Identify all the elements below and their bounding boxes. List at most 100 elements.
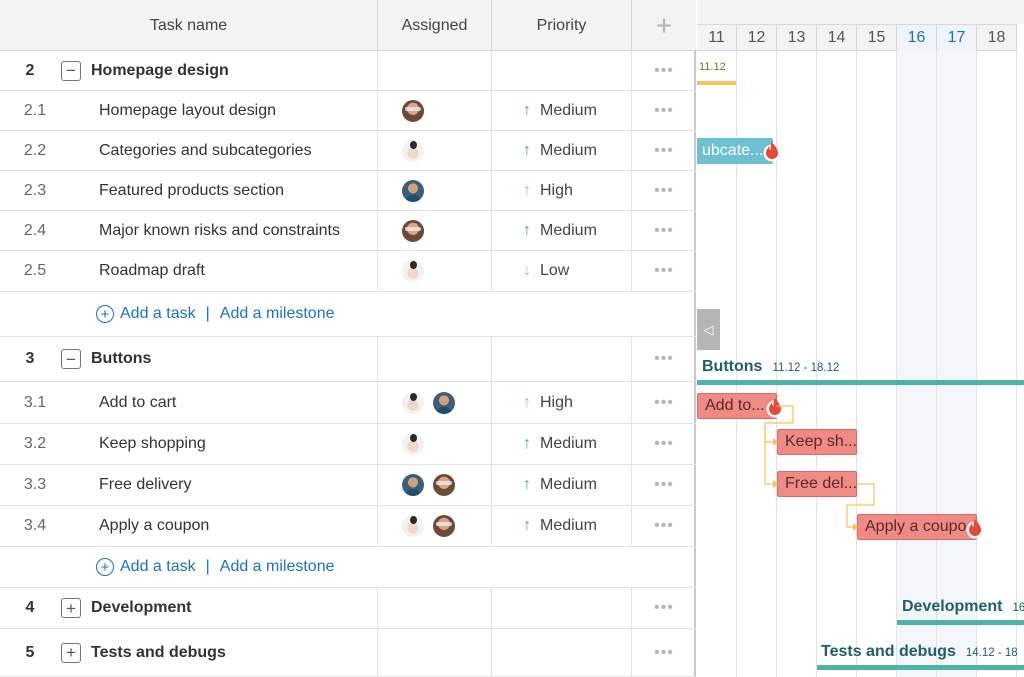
more-options-icon[interactable]: ••• [654, 476, 674, 494]
collapse-toggle-icon[interactable]: − [61, 60, 81, 81]
column-header-assigned[interactable]: Assigned [378, 0, 492, 51]
task-name[interactable]: Homepage layout design [99, 102, 276, 120]
task-row[interactable]: 3.4 Apply a coupon ↑ Medium ••• [0, 506, 696, 547]
group-name[interactable]: Tests and debugs [91, 644, 226, 662]
assignees[interactable] [378, 260, 491, 282]
add-circle-icon[interactable]: + [96, 558, 114, 576]
task-row[interactable]: 2.5 Roadmap draft ↓ Low ••• [0, 251, 696, 292]
priority-value[interactable]: ↑ High [492, 182, 631, 200]
row-number: 3 [25, 350, 35, 367]
add-circle-icon[interactable]: + [96, 305, 114, 323]
assignees[interactable] [378, 515, 491, 537]
task-name[interactable]: Free delivery [99, 476, 191, 494]
more-options-icon[interactable]: ••• [654, 62, 674, 80]
more-options-icon[interactable]: ••• [654, 262, 674, 280]
group-bar-label: Buttons 11.12 - 18.12 [702, 358, 839, 376]
day-column [977, 51, 1017, 677]
task-row[interactable]: 2.4 Major known risks and constraints ↑ … [0, 211, 696, 251]
group-bar-label: Development 16 [902, 598, 1024, 616]
cell-assigned [378, 337, 492, 381]
task-row[interactable]: 2.1 Homepage layout design ↑ Medium ••• [0, 91, 696, 131]
cell-priority: ↓ Low [492, 251, 632, 291]
assignees[interactable] [378, 99, 491, 122]
task-bar[interactable]: Free del... [777, 471, 857, 497]
milestone-bar[interactable] [697, 81, 736, 85]
priority-value[interactable]: ↑ High [492, 394, 631, 412]
group-bar[interactable] [817, 665, 1024, 670]
expand-toggle-icon[interactable]: + [61, 642, 81, 663]
assignees[interactable] [378, 219, 491, 242]
task-row[interactable]: 3.3 Free delivery ↑ Medium ••• [0, 465, 696, 506]
add-milestone-link[interactable]: Add a milestone [220, 558, 335, 576]
more-options-icon[interactable]: ••• [654, 644, 674, 662]
column-header-task-name[interactable]: Task name [0, 0, 378, 51]
assignees[interactable] [378, 139, 491, 162]
priority-value[interactable]: ↑ Medium [492, 476, 631, 494]
add-task-link[interactable]: Add a task [120, 558, 196, 576]
priority-value[interactable]: ↑ Medium [492, 222, 631, 240]
priority-label: Medium [540, 221, 597, 239]
task-bar[interactable]: ubcate... [697, 138, 781, 164]
task-name[interactable]: Major known risks and constraints [99, 222, 340, 240]
group-name[interactable]: Development [91, 599, 191, 617]
task-name[interactable]: Featured products section [99, 182, 284, 200]
priority-value[interactable]: ↑ Medium [492, 517, 631, 535]
more-options-icon[interactable]: ••• [654, 350, 674, 368]
task-bar[interactable]: Add to... [697, 393, 784, 419]
more-options-icon[interactable]: ••• [654, 182, 674, 200]
assignees[interactable] [378, 179, 491, 202]
task-name[interactable]: Keep shopping [99, 435, 206, 453]
cell-task-name: 3 − Buttons [0, 337, 378, 381]
group-row[interactable]: 3 − Buttons ••• [0, 337, 696, 382]
task-bar-label: Add to... [705, 397, 765, 414]
task-row[interactable]: 3.1 Add to cart ↑ High ••• [0, 382, 696, 424]
group-name: Buttons [702, 358, 763, 375]
task-name[interactable]: Apply a coupon [99, 517, 209, 535]
column-header-priority[interactable]: Priority [492, 0, 632, 51]
task-row[interactable]: 3.2 Keep shopping ↑ Medium ••• [0, 424, 696, 465]
assignees[interactable] [378, 433, 491, 455]
cell-actions: ••• [632, 506, 696, 546]
more-options-icon[interactable]: ••• [654, 394, 674, 412]
row-number: 3.4 [23, 517, 47, 534]
group-bar[interactable] [697, 380, 1024, 385]
priority-value[interactable]: ↑ Medium [492, 142, 631, 160]
more-options-icon[interactable]: ••• [654, 517, 674, 535]
group-name[interactable]: Homepage design [91, 62, 229, 80]
cell-actions: ••• [632, 171, 696, 210]
more-options-icon[interactable]: ••• [654, 142, 674, 160]
more-options-icon[interactable]: ••• [654, 102, 674, 120]
priority-value[interactable]: ↑ Medium [492, 435, 631, 453]
assignees[interactable] [378, 474, 491, 496]
milestone-date: 11.12 [699, 61, 726, 73]
task-name[interactable]: Categories and subcategories [99, 142, 312, 160]
more-options-icon[interactable]: ••• [654, 435, 674, 453]
task-name[interactable]: Roadmap draft [99, 262, 205, 280]
more-options-icon[interactable]: ••• [654, 222, 674, 240]
expand-toggle-icon[interactable]: + [61, 598, 81, 618]
group-row[interactable]: 2 − Homepage design ••• [0, 51, 696, 91]
priority-value[interactable]: ↓ Low [492, 262, 631, 280]
group-row[interactable]: 4 + Development ••• [0, 588, 696, 629]
cell-assigned [378, 424, 492, 464]
add-milestone-link[interactable]: Add a milestone [220, 305, 335, 323]
group-name[interactable]: Buttons [91, 350, 151, 368]
avatar [433, 474, 455, 496]
cell-actions: ••• [632, 629, 696, 676]
more-options-icon[interactable]: ••• [654, 599, 674, 617]
add-task-link[interactable]: Add a task [120, 305, 196, 323]
avatar [402, 433, 424, 455]
group-row[interactable]: 5 + Tests and debugs ••• [0, 629, 696, 677]
task-bar[interactable]: Keep sh... [777, 429, 857, 455]
collapse-toggle-icon[interactable]: − [61, 349, 81, 369]
assignees[interactable] [378, 391, 491, 414]
priority-value[interactable]: ↑ Medium [492, 102, 631, 120]
task-row[interactable]: 2.2 Categories and subcategories ↑ Mediu… [0, 131, 696, 171]
group-bar[interactable] [897, 620, 1024, 625]
collapse-grid-button[interactable]: ◁ [697, 309, 720, 350]
task-name[interactable]: Add to cart [99, 394, 176, 412]
arrow-up-icon: ↑ [523, 393, 531, 411]
add-column-button[interactable]: + [632, 0, 696, 51]
task-bar[interactable]: Apply a coupo [857, 514, 984, 540]
task-row[interactable]: 2.3 Featured products section ↑ High ••• [0, 171, 696, 211]
